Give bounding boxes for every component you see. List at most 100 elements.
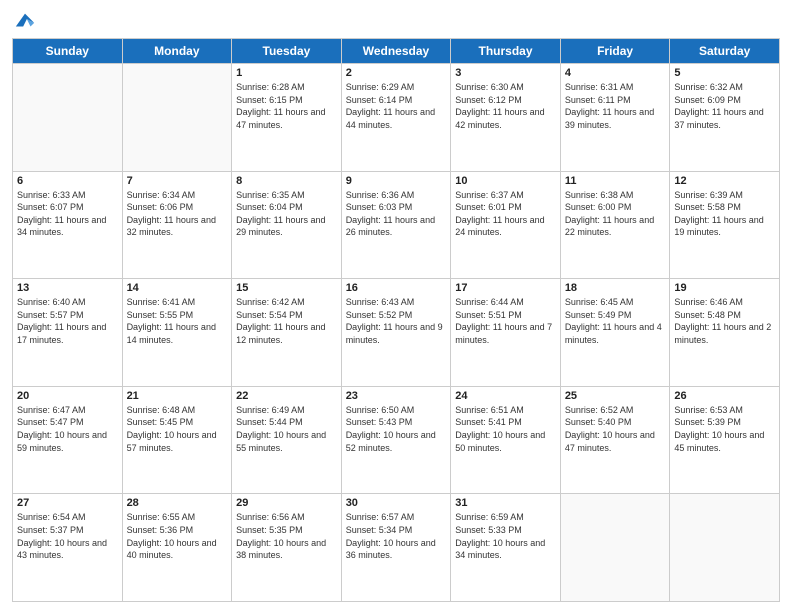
calendar-cell bbox=[670, 494, 780, 602]
day-info: Sunrise: 6:36 AMSunset: 6:03 PMDaylight:… bbox=[346, 189, 447, 239]
calendar-cell bbox=[13, 64, 123, 172]
weekday-header-monday: Monday bbox=[122, 39, 232, 64]
day-info: Sunrise: 6:35 AMSunset: 6:04 PMDaylight:… bbox=[236, 189, 337, 239]
logo bbox=[12, 10, 36, 32]
day-info: Sunrise: 6:28 AMSunset: 6:15 PMDaylight:… bbox=[236, 81, 337, 131]
calendar-cell: 16 Sunrise: 6:43 AMSunset: 5:52 PMDayligh… bbox=[341, 279, 451, 387]
week-row-1: 6 Sunrise: 6:33 AMSunset: 6:07 PMDaylight… bbox=[13, 171, 780, 279]
day-number: 12 bbox=[674, 175, 775, 187]
calendar-header: SundayMondayTuesdayWednesdayThursdayFrid… bbox=[13, 39, 780, 64]
calendar-body: 1 Sunrise: 6:28 AMSunset: 6:15 PMDaylight… bbox=[13, 64, 780, 602]
day-info: Sunrise: 6:37 AMSunset: 6:01 PMDaylight:… bbox=[455, 189, 556, 239]
day-number: 21 bbox=[127, 390, 228, 402]
day-info: Sunrise: 6:40 AMSunset: 5:57 PMDaylight:… bbox=[17, 296, 118, 346]
weekday-header-thursday: Thursday bbox=[451, 39, 561, 64]
calendar-cell: 27 Sunrise: 6:54 AMSunset: 5:37 PMDayligh… bbox=[13, 494, 123, 602]
calendar-cell: 18 Sunrise: 6:45 AMSunset: 5:49 PMDayligh… bbox=[560, 279, 670, 387]
day-info: Sunrise: 6:43 AMSunset: 5:52 PMDaylight:… bbox=[346, 296, 447, 346]
day-number: 25 bbox=[565, 390, 666, 402]
day-info: Sunrise: 6:38 AMSunset: 6:00 PMDaylight:… bbox=[565, 189, 666, 239]
day-number: 4 bbox=[565, 67, 666, 79]
calendar-cell: 4Sunrise: 6:31 AMSunset: 6:11 PMDaylight… bbox=[560, 64, 670, 172]
week-row-2: 13Sunrise: 6:40 AMSunset: 5:57 PMDayligh… bbox=[13, 279, 780, 387]
day-number: 24 bbox=[455, 390, 556, 402]
day-number: 23 bbox=[346, 390, 447, 402]
day-info: Sunrise: 6:44 AMSunset: 5:51 PMDaylight:… bbox=[455, 296, 556, 346]
calendar-cell: 21 Sunrise: 6:48 AMSunset: 5:45 PMDayligh… bbox=[122, 386, 232, 494]
calendar-cell bbox=[560, 494, 670, 602]
logo-icon bbox=[14, 10, 36, 32]
day-number: 10 bbox=[455, 175, 556, 187]
week-row-0: 1 Sunrise: 6:28 AMSunset: 6:15 PMDaylight… bbox=[13, 64, 780, 172]
day-number: 14 bbox=[127, 282, 228, 294]
calendar-cell bbox=[122, 64, 232, 172]
calendar-cell: 14 Sunrise: 6:41 AMSunset: 5:55 PMDayligh… bbox=[122, 279, 232, 387]
day-info: Sunrise: 6:54 AMSunset: 5:37 PMDaylight:… bbox=[17, 511, 118, 561]
calendar-cell: 2 Sunrise: 6:29 AMSunset: 6:14 PMDaylight… bbox=[341, 64, 451, 172]
day-info: Sunrise: 6:41 AMSunset: 5:55 PMDaylight:… bbox=[127, 296, 228, 346]
day-number: 27 bbox=[17, 497, 118, 509]
calendar-cell: 23 Sunrise: 6:50 AMSunset: 5:43 PMDayligh… bbox=[341, 386, 451, 494]
day-info: Sunrise: 6:56 AMSunset: 5:35 PMDaylight:… bbox=[236, 511, 337, 561]
day-number: 19 bbox=[674, 282, 775, 294]
calendar-cell: 24 Sunrise: 6:51 AMSunset: 5:41 PMDayligh… bbox=[451, 386, 561, 494]
calendar-cell: 11 Sunrise: 6:38 AMSunset: 6:00 PMDayligh… bbox=[560, 171, 670, 279]
day-number: 3 bbox=[455, 67, 556, 79]
day-number: 18 bbox=[565, 282, 666, 294]
page: SundayMondayTuesdayWednesdayThursdayFrid… bbox=[0, 0, 792, 612]
calendar-cell: 22 Sunrise: 6:49 AMSunset: 5:44 PMDayligh… bbox=[232, 386, 342, 494]
day-info: Sunrise: 6:42 AMSunset: 5:54 PMDaylight:… bbox=[236, 296, 337, 346]
header bbox=[12, 10, 780, 32]
calendar-cell: 10 Sunrise: 6:37 AMSunset: 6:01 PMDayligh… bbox=[451, 171, 561, 279]
day-info: Sunrise: 6:50 AMSunset: 5:43 PMDaylight:… bbox=[346, 404, 447, 454]
calendar-cell: 13Sunrise: 6:40 AMSunset: 5:57 PMDayligh… bbox=[13, 279, 123, 387]
day-info: Sunrise: 6:48 AMSunset: 5:45 PMDaylight:… bbox=[127, 404, 228, 454]
day-number: 11 bbox=[565, 175, 666, 187]
calendar-cell: 12 Sunrise: 6:39 AMSunset: 5:58 PMDayligh… bbox=[670, 171, 780, 279]
calendar-cell: 17Sunrise: 6:44 AMSunset: 5:51 PMDayligh… bbox=[451, 279, 561, 387]
day-info: Sunrise: 6:34 AMSunset: 6:06 PMDaylight:… bbox=[127, 189, 228, 239]
day-number: 16 bbox=[346, 282, 447, 294]
weekday-header-friday: Friday bbox=[560, 39, 670, 64]
day-info: Sunrise: 6:29 AMSunset: 6:14 PMDaylight:… bbox=[346, 81, 447, 131]
calendar-table: SundayMondayTuesdayWednesdayThursdayFrid… bbox=[12, 38, 780, 602]
weekday-header-saturday: Saturday bbox=[670, 39, 780, 64]
day-number: 30 bbox=[346, 497, 447, 509]
day-number: 6 bbox=[17, 175, 118, 187]
day-info: Sunrise: 6:57 AMSunset: 5:34 PMDaylight:… bbox=[346, 511, 447, 561]
day-info: Sunrise: 6:49 AMSunset: 5:44 PMDaylight:… bbox=[236, 404, 337, 454]
day-info: Sunrise: 6:51 AMSunset: 5:41 PMDaylight:… bbox=[455, 404, 556, 454]
day-number: 5 bbox=[674, 67, 775, 79]
day-info: Sunrise: 6:30 AMSunset: 6:12 PMDaylight:… bbox=[455, 81, 556, 131]
calendar-cell: 28Sunrise: 6:55 AMSunset: 5:36 PMDayligh… bbox=[122, 494, 232, 602]
day-number: 28 bbox=[127, 497, 228, 509]
day-info: Sunrise: 6:47 AMSunset: 5:47 PMDaylight:… bbox=[17, 404, 118, 454]
calendar-cell: 20 Sunrise: 6:47 AMSunset: 5:47 PMDayligh… bbox=[13, 386, 123, 494]
day-number: 9 bbox=[346, 175, 447, 187]
day-number: 1 bbox=[236, 67, 337, 79]
calendar-cell: 7Sunrise: 6:34 AMSunset: 6:06 PMDaylight… bbox=[122, 171, 232, 279]
calendar-cell: 31Sunrise: 6:59 AMSunset: 5:33 PMDayligh… bbox=[451, 494, 561, 602]
calendar-cell: 30 Sunrise: 6:57 AMSunset: 5:34 PMDayligh… bbox=[341, 494, 451, 602]
day-number: 2 bbox=[346, 67, 447, 79]
day-info: Sunrise: 6:59 AMSunset: 5:33 PMDaylight:… bbox=[455, 511, 556, 561]
weekday-header-sunday: Sunday bbox=[13, 39, 123, 64]
weekday-header-wednesday: Wednesday bbox=[341, 39, 451, 64]
calendar-cell: 25 Sunrise: 6:52 AMSunset: 5:40 PMDayligh… bbox=[560, 386, 670, 494]
day-number: 26 bbox=[674, 390, 775, 402]
day-number: 8 bbox=[236, 175, 337, 187]
day-info: Sunrise: 6:52 AMSunset: 5:40 PMDaylight:… bbox=[565, 404, 666, 454]
weekday-header-tuesday: Tuesday bbox=[232, 39, 342, 64]
calendar-cell: 9 Sunrise: 6:36 AMSunset: 6:03 PMDaylight… bbox=[341, 171, 451, 279]
calendar-cell: 15Sunrise: 6:42 AMSunset: 5:54 PMDayligh… bbox=[232, 279, 342, 387]
calendar-cell: 8 Sunrise: 6:35 AMSunset: 6:04 PMDaylight… bbox=[232, 171, 342, 279]
day-number: 20 bbox=[17, 390, 118, 402]
calendar-cell: 19Sunrise: 6:46 AMSunset: 5:48 PMDayligh… bbox=[670, 279, 780, 387]
day-info: Sunrise: 6:45 AMSunset: 5:49 PMDaylight:… bbox=[565, 296, 666, 346]
calendar-cell: 3 Sunrise: 6:30 AMSunset: 6:12 PMDaylight… bbox=[451, 64, 561, 172]
day-number: 22 bbox=[236, 390, 337, 402]
week-row-4: 27 Sunrise: 6:54 AMSunset: 5:37 PMDayligh… bbox=[13, 494, 780, 602]
calendar-cell: 5Sunrise: 6:32 AMSunset: 6:09 PMDaylight… bbox=[670, 64, 780, 172]
day-info: Sunrise: 6:33 AMSunset: 6:07 PMDaylight:… bbox=[17, 189, 118, 239]
day-info: Sunrise: 6:39 AMSunset: 5:58 PMDaylight:… bbox=[674, 189, 775, 239]
